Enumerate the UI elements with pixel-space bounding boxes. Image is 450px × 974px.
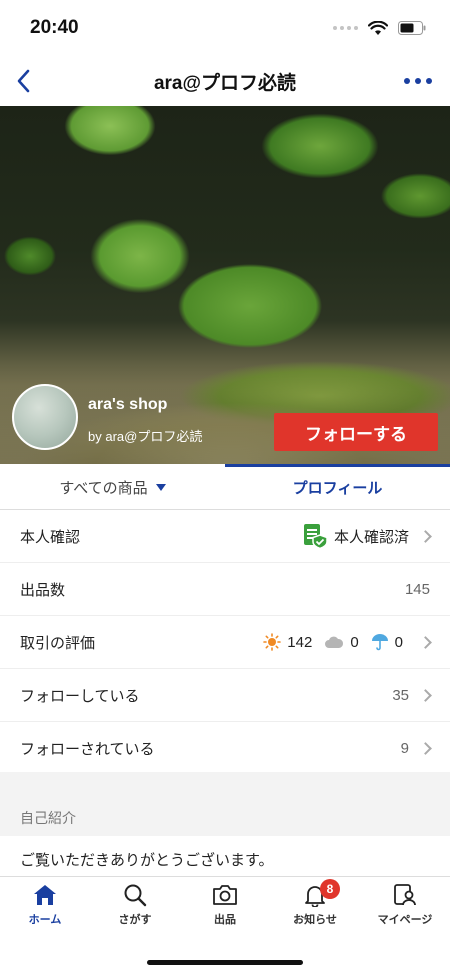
intro-text: ご覧いただきありがとうございます。 <box>20 852 274 869</box>
tab-profile[interactable]: プロフィール <box>225 464 450 510</box>
wifi-icon <box>368 20 388 35</box>
notification-badge: 8 <box>320 879 340 899</box>
following-count: 35 <box>392 686 409 704</box>
tab-all-items[interactable]: すべての商品 <box>0 464 225 510</box>
tab-bar-search-label: さがす <box>118 914 152 926</box>
nav-bar: ara@プロフ必読 <box>0 56 450 106</box>
shop-owner: by ara@プロフ必読 <box>88 429 203 444</box>
followers-count: 9 <box>400 740 409 757</box>
more-dot <box>404 78 410 84</box>
tab-all-items-label: すべての商品 <box>59 479 148 497</box>
shop-cover-image: ara's shop by ara@プロフ必読 フォローする <box>0 106 450 464</box>
rating-value-group: 142 0 0 <box>263 633 432 651</box>
identity-value: 本人確認済 <box>333 528 409 546</box>
tab-bar-notifications[interactable]: 8 お知らせ <box>270 877 360 937</box>
tab-bar-home-label: ホーム <box>28 914 62 926</box>
chevron-right-icon <box>419 529 432 543</box>
chevron-right-icon <box>419 742 432 755</box>
verified-document-icon <box>303 524 328 549</box>
rating-row[interactable]: 取引の評価 142 0 0 <box>0 616 450 669</box>
bottom-tab-bar: ホーム さがす 出品 8 お知らせ マイページ <box>0 876 450 974</box>
search-icon <box>124 884 147 907</box>
followers-label: フォローされている <box>20 741 155 758</box>
chevron-right-icon <box>419 688 432 702</box>
chevron-left-icon <box>17 69 30 93</box>
cloud-icon <box>325 636 344 648</box>
tab-bar-home[interactable]: ホーム <box>0 877 90 937</box>
rating-good-count: 142 <box>287 633 313 651</box>
status-time: 20:40 <box>30 17 79 38</box>
followers-row[interactable]: フォローされている 9 <box>0 722 450 775</box>
more-dot <box>426 78 432 84</box>
caret-down-icon <box>155 483 166 491</box>
intro-title: 自己紹介 <box>20 810 76 826</box>
tab-bar-search[interactable]: さがす <box>90 877 180 937</box>
follow-button[interactable]: フォローする <box>274 413 438 451</box>
listings-row: 出品数 145 <box>0 563 450 616</box>
more-dot <box>415 78 421 84</box>
identity-row[interactable]: 本人確認 本人確認済 <box>0 510 450 563</box>
listings-label: 出品数 <box>20 581 66 599</box>
page-title: ara@プロフ必読 <box>153 72 297 94</box>
intro-body: ご覧いただきありがとうございます。 <box>0 836 450 876</box>
tab-bar-mypage-label: マイページ <box>377 914 433 926</box>
profile-info-list: 本人確認 本人確認済 出品数 145 取引の評価 142 0 0 フォローしてい… <box>0 510 450 775</box>
following-row[interactable]: フォローしている 35 <box>0 669 450 722</box>
tab-bar-items: ホーム さがす 出品 8 お知らせ マイページ <box>0 877 450 937</box>
tab-profile-label: プロフィール <box>292 479 383 497</box>
rating-bad-count: 0 <box>394 633 403 651</box>
following-label: フォローしている <box>20 687 140 705</box>
avatar[interactable] <box>12 384 78 450</box>
status-bar: 20:40 <box>0 0 450 56</box>
sun-icon <box>263 633 282 651</box>
more-button[interactable] <box>400 65 436 97</box>
tab-bar-sell[interactable]: 出品 <box>180 877 270 937</box>
tab-bar-mypage[interactable]: マイページ <box>360 877 450 937</box>
home-icon <box>34 885 56 905</box>
battery-icon <box>398 21 426 35</box>
following-value-group: 35 <box>392 686 432 704</box>
tab-bar-notifications-label: お知らせ <box>293 914 337 926</box>
signal-icon <box>333 26 358 30</box>
identity-label: 本人確認 <box>20 528 81 546</box>
home-indicator <box>147 960 303 965</box>
camera-icon <box>213 885 237 905</box>
intro-section-header: 自己紹介 <box>0 772 450 836</box>
chevron-right-icon <box>419 635 432 649</box>
status-icons <box>333 20 426 36</box>
rating-label: 取引の評価 <box>20 634 96 652</box>
listings-value-group: 145 <box>405 581 430 598</box>
followers-value-group: 9 <box>400 740 432 757</box>
identity-value-group: 本人確認済 <box>302 523 432 549</box>
rating-normal-count: 0 <box>350 633 359 651</box>
tab-bar-sell-label: 出品 <box>214 914 236 926</box>
back-button[interactable] <box>8 65 40 97</box>
listings-value: 145 <box>404 580 430 598</box>
user-icon <box>394 884 416 906</box>
shop-tabs: すべての商品 プロフィール <box>0 464 450 510</box>
umbrella-icon <box>371 634 388 651</box>
shop-name: ara's shop <box>88 396 168 413</box>
